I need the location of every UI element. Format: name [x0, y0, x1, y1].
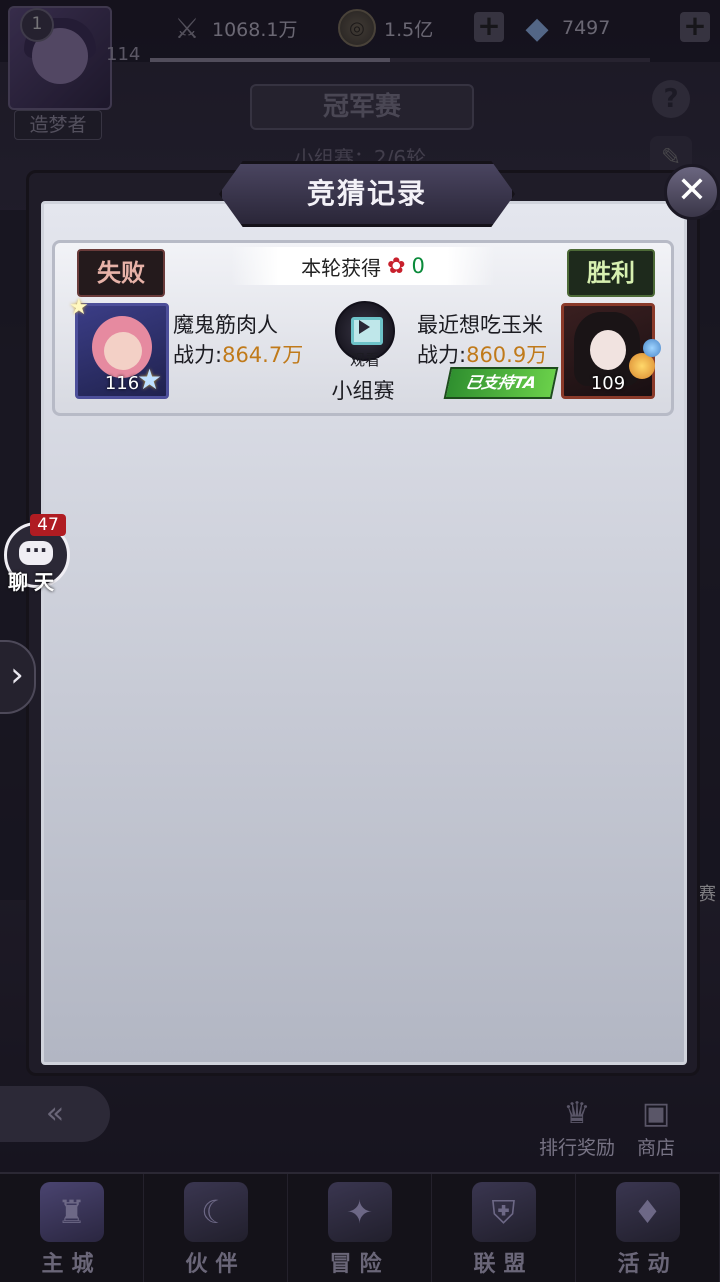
stage-label: 小组赛 [331, 379, 395, 403]
back-button[interactable]: « [0, 1086, 110, 1142]
left-player-power: 战力:864.7万 [173, 343, 304, 367]
modal-title: 竞猜记录 [219, 161, 515, 227]
play-icon [359, 320, 370, 334]
nav-event[interactable]: ♦ 活动 [576, 1174, 720, 1282]
adventure-icon: ✦ [327, 1182, 392, 1242]
right-player-power: 战力:860.9万 [417, 343, 548, 367]
alliance-icon: ⛨ [471, 1182, 536, 1242]
bet-record-card: 本轮获得 ✿ 0 失败 胜利 116 ★ ★ 魔鬼筋肉人 战力:864.7万 观… [52, 240, 674, 416]
earn-label: 本轮获得 [301, 255, 382, 280]
rank-reward-button[interactable]: ♛ 排行奖励 [532, 1096, 622, 1160]
star-icon: ★ [137, 363, 163, 396]
close-button[interactable]: ✕ [664, 164, 720, 220]
right-player-portrait[interactable]: 109 [561, 303, 655, 399]
partner-icon: ☾ [183, 1182, 248, 1242]
event-icon: ♦ [615, 1182, 680, 1242]
rose-icon: ✿ [387, 253, 406, 279]
trophy-icon: ♛ [563, 1096, 591, 1131]
round-earnings: 本轮获得 ✿ 0 [231, 247, 495, 285]
shop-label: 商店 [636, 1137, 675, 1159]
chat-unread-count: 47 [30, 514, 66, 536]
bottom-navigation: ♜ 主城 ☾ 伙伴 ✦ 冒险 ⛨ 联盟 ♦ 活动 [0, 1172, 720, 1282]
result-lose-tag: 失败 [77, 249, 165, 297]
earn-value: 0 [411, 254, 425, 278]
chat-label: 聊天 [8, 570, 60, 594]
nav-main-city[interactable]: ♜ 主城 [0, 1174, 144, 1282]
nav-partner[interactable]: ☾ 伙伴 [144, 1174, 288, 1282]
balloon-icon [643, 339, 661, 357]
result-win-tag: 胜利 [567, 249, 655, 297]
left-player-name: 魔鬼筋肉人 [173, 313, 278, 337]
supported-tag: 已支持TA [443, 367, 559, 399]
nav-alliance[interactable]: ⛨ 联盟 [432, 1174, 576, 1282]
shop-icon: ▣ [641, 1096, 671, 1131]
watch-label: 观看 [349, 351, 380, 369]
rank-reward-label: 排行奖励 [538, 1137, 615, 1159]
star-icon: ★ [69, 295, 89, 320]
right-player-name: 最近想吃玉米 [417, 313, 543, 337]
chat-bubble-icon: ··· [19, 540, 53, 565]
shop-button[interactable]: ▣ 商店 [626, 1096, 686, 1160]
nav-adventure[interactable]: ✦ 冒险 [288, 1174, 432, 1282]
castle-icon: ♜ [39, 1182, 104, 1242]
